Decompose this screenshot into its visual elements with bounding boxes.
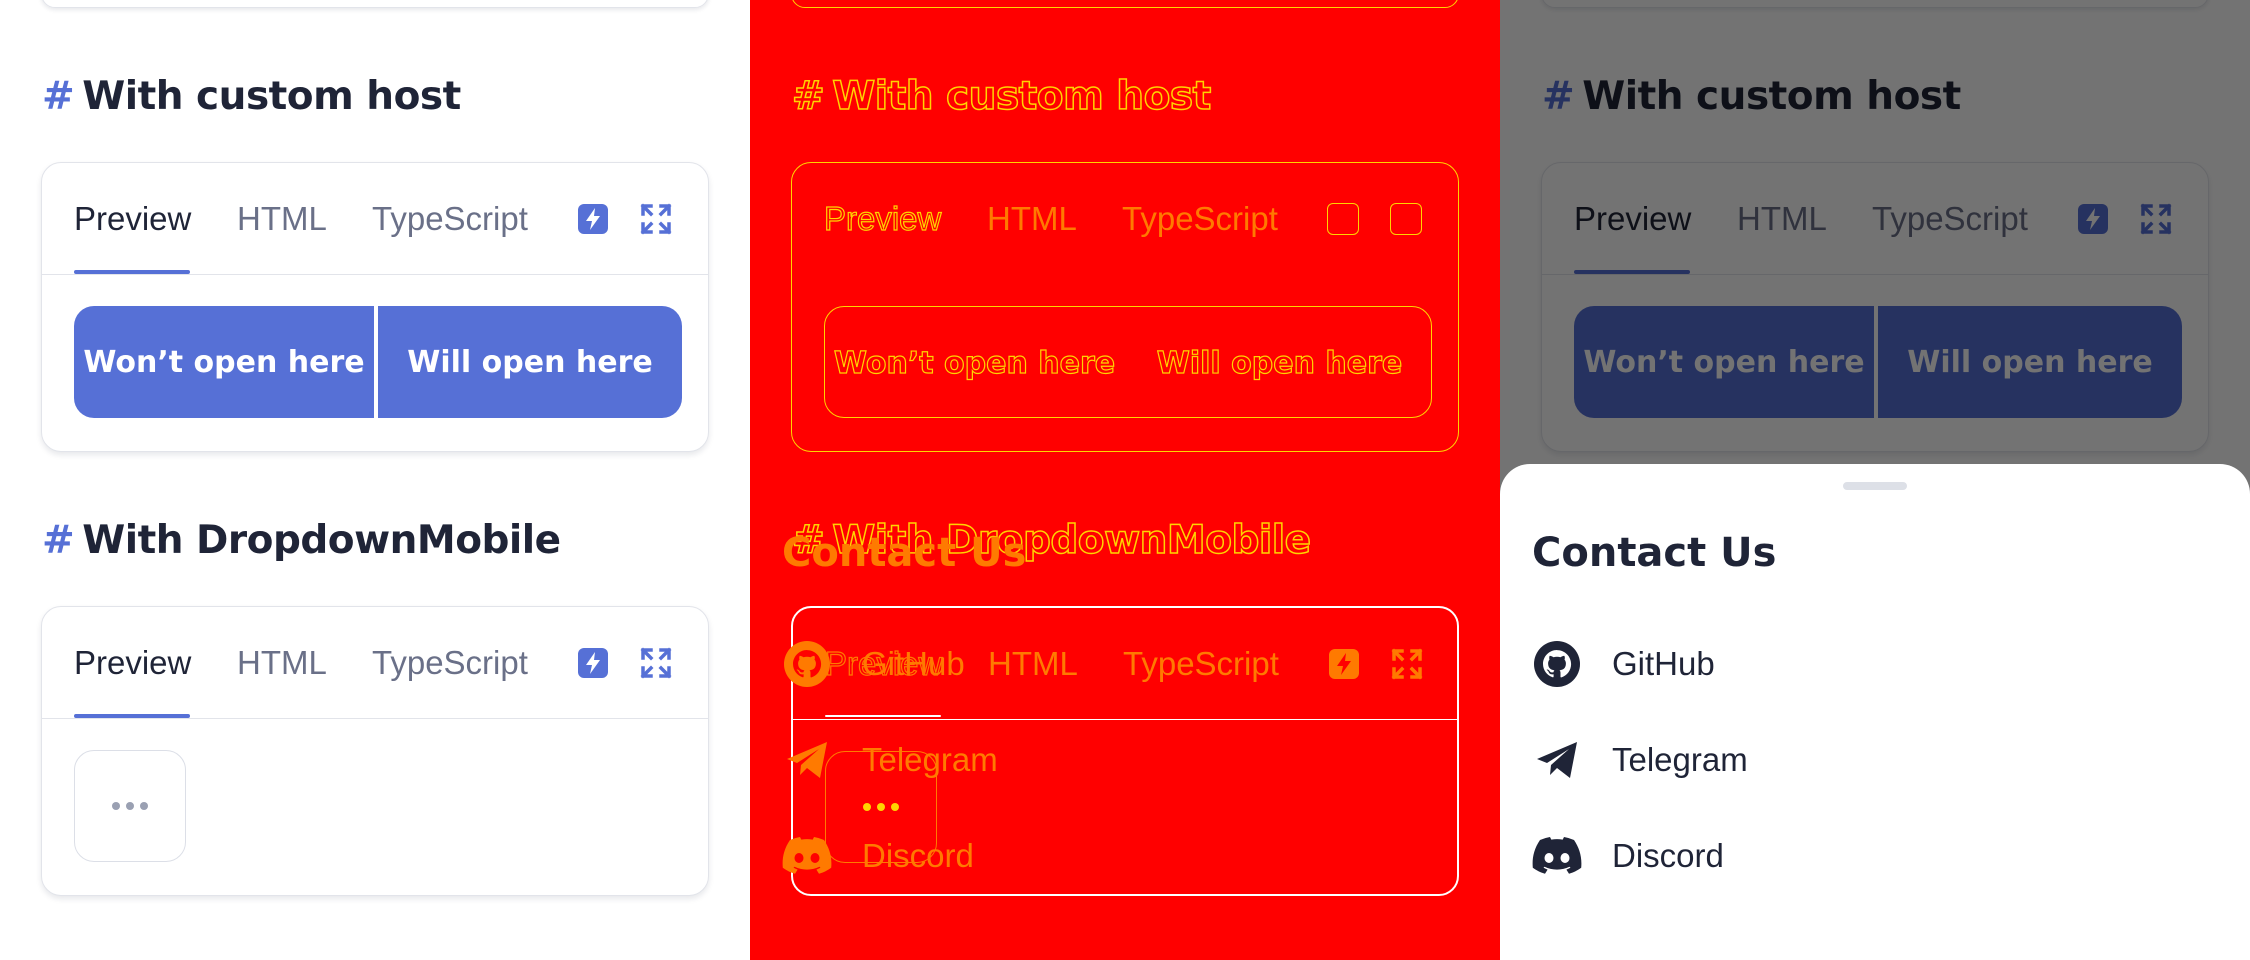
tab-typescript[interactable]: TypeScript [372, 635, 528, 691]
button-group: Won’t open here Will open here [824, 306, 1432, 418]
sheet-grabber[interactable] [1093, 482, 1157, 490]
section-heading: # With custom host [791, 66, 1212, 126]
will-open-here-button[interactable]: Will open here [1128, 307, 1431, 417]
bottom-sheet: Contact Us GitHub Telegram Discord [750, 464, 1500, 960]
wont-open-here-button[interactable]: Won’t open here [74, 306, 374, 418]
sheet-title: Contact Us [1532, 530, 1777, 576]
dropdown-more-button[interactable] [74, 750, 186, 862]
contact-item-discord[interactable]: Discord [1532, 821, 2132, 891]
tab-bar: Preview HTML TypeScript [42, 607, 708, 719]
github-icon [782, 639, 832, 689]
page-content: # With custom host Preview HTML TypeScri… [0, 0, 750, 960]
section-heading: # With DropdownMobile [42, 510, 561, 570]
discord-icon [1532, 831, 1582, 881]
tab-typescript[interactable]: TypeScript [1122, 191, 1278, 247]
example-card: Preview HTML TypeScript Won’t open here … [791, 162, 1459, 452]
active-tab-indicator [74, 714, 190, 718]
anchor-hash[interactable]: # [791, 73, 825, 120]
telegram-icon [782, 735, 832, 785]
wont-open-here-button[interactable]: Won’t open here [825, 307, 1124, 417]
page-content: # With custom host Preview HTML TypeScri… [750, 0, 1500, 960]
button-group: Won’t open here Will open here [74, 306, 682, 418]
discord-icon [782, 831, 832, 881]
tab-html[interactable]: HTML [237, 191, 327, 247]
expand-icon[interactable] [640, 647, 672, 679]
active-tab-indicator [74, 270, 190, 274]
sheet-grabber[interactable] [1843, 482, 1907, 490]
sheet-title: Contact Us [782, 530, 1027, 576]
example-card: Preview HTML TypeScript Won’t open here … [41, 162, 709, 452]
tab-preview[interactable]: Preview [74, 635, 191, 691]
anchor-hash[interactable]: # [42, 74, 75, 119]
tab-preview[interactable]: Preview [74, 191, 191, 247]
more-icon [112, 802, 120, 810]
panel-sheet-open: # With custom host Preview HTML TypeScri… [1500, 0, 2250, 960]
tab-typescript[interactable]: TypeScript [372, 191, 528, 247]
github-icon [1532, 639, 1582, 689]
previous-card-edge [41, 0, 709, 8]
bottom-sheet: Contact Us GitHub Telegram Discord [1500, 464, 2250, 960]
lightning-icon[interactable] [1327, 203, 1359, 235]
tab-bar: Preview HTML TypeScript [42, 163, 708, 275]
contact-label: GitHub [1612, 645, 1715, 682]
panel-debug-outline: # With custom host Preview HTML TypeScri… [750, 0, 1500, 960]
contact-label: Discord [862, 837, 974, 874]
tab-html[interactable]: HTML [237, 635, 327, 691]
lightning-icon[interactable] [577, 647, 609, 679]
contact-label: Telegram [1612, 741, 1748, 778]
lightning-icon[interactable] [577, 203, 609, 235]
contact-item-telegram[interactable]: Telegram [782, 725, 1382, 795]
tab-preview[interactable]: Preview [823, 191, 942, 247]
contact-item-github[interactable]: GitHub [782, 629, 1382, 699]
anchor-hash[interactable]: # [42, 518, 75, 563]
will-open-here-button[interactable]: Will open here [378, 306, 682, 418]
active-tab-indicator [824, 270, 940, 274]
previous-card-edge [791, 0, 1459, 8]
contact-label: GitHub [862, 645, 965, 682]
contact-label: Telegram [862, 741, 998, 778]
contact-label: Discord [1612, 837, 1724, 874]
panel-normal: # With custom host Preview HTML TypeScri… [0, 0, 750, 960]
example-card: Preview HTML TypeScript [41, 606, 709, 896]
contact-item-telegram[interactable]: Telegram [1532, 725, 2132, 795]
tab-bar: Preview HTML TypeScript [792, 163, 1458, 275]
section-heading: # With custom host [42, 66, 461, 126]
section-title: With DropdownMobile [82, 517, 561, 563]
tab-html[interactable]: HTML [987, 191, 1077, 247]
section-title: With custom host [82, 73, 461, 119]
telegram-icon [1532, 735, 1582, 785]
section-title: With custom host [831, 73, 1212, 120]
contact-item-github[interactable]: GitHub [1532, 629, 2132, 699]
contact-item-discord[interactable]: Discord [782, 821, 1382, 891]
expand-icon[interactable] [1390, 203, 1422, 235]
expand-icon[interactable] [640, 203, 672, 235]
